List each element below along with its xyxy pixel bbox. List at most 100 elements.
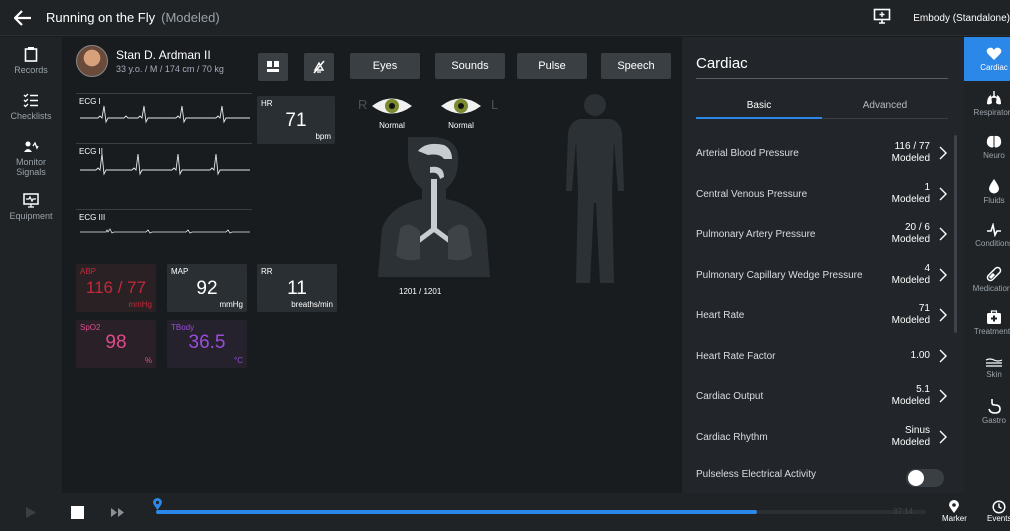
tab-pulse[interactable]: Pulse bbox=[517, 53, 587, 79]
heart-icon bbox=[986, 47, 1002, 60]
chevron-right-icon bbox=[939, 187, 947, 201]
ecg-lead-3[interactable]: ECG III bbox=[76, 209, 252, 249]
nav-skin[interactable]: Skin bbox=[964, 345, 1010, 389]
nav-checklists[interactable]: Checklists bbox=[0, 83, 62, 129]
title-bar: Running on the Fly (Modeled) Embody (Sta… bbox=[0, 0, 1010, 36]
app-window: Running on the Fly (Modeled) Embody (Sta… bbox=[0, 0, 1010, 531]
main-area: Stan D. Ardman II 33 y.o. / M / 174 cm /… bbox=[62, 37, 682, 493]
patient-header[interactable]: Stan D. Ardman II 33 y.o. / M / 174 cm /… bbox=[76, 45, 224, 77]
nav-respiratory[interactable]: Respiratory bbox=[964, 81, 1010, 125]
scenario-mode: (Modeled) bbox=[161, 10, 220, 25]
back-arrow-icon[interactable] bbox=[0, 0, 46, 36]
stomach-icon bbox=[988, 398, 1001, 414]
lungs-icon bbox=[987, 90, 1001, 104]
nav-neuro[interactable]: Neuro bbox=[964, 125, 1010, 169]
pill-icon bbox=[986, 266, 1002, 281]
nav-conditions[interactable]: Conditions bbox=[964, 213, 1010, 257]
timeline-progress bbox=[156, 510, 757, 514]
panel-scrollbar[interactable] bbox=[954, 135, 957, 333]
ecg-lead-2[interactable]: ECG II bbox=[76, 143, 252, 183]
first-aid-icon bbox=[987, 310, 1001, 324]
toggle-knob bbox=[908, 470, 924, 486]
play-icon[interactable] bbox=[25, 506, 37, 519]
chevron-right-icon bbox=[939, 146, 947, 160]
timeline-marker-icon[interactable] bbox=[153, 498, 162, 511]
clock-icon bbox=[992, 500, 1006, 514]
layout-icon bbox=[267, 61, 279, 72]
cardiac-panel: Cardiac Basic Advanced Arterial Blood Pr… bbox=[682, 37, 964, 493]
nav-records[interactable]: Records bbox=[0, 37, 62, 83]
param-row-pcwp[interactable]: Pulmonary Capillary Wedge Pressure 4 Mode… bbox=[696, 255, 948, 295]
panel-title: Cardiac bbox=[696, 55, 748, 72]
pulse-line-icon bbox=[987, 222, 1001, 237]
chevron-right-icon bbox=[939, 308, 947, 322]
marker-button[interactable]: Marker bbox=[942, 500, 967, 523]
device-label[interactable]: Embody (Standalone) bbox=[913, 13, 1010, 24]
spo2-tile[interactable]: SpO2 98 % bbox=[76, 320, 156, 368]
tab-eyes[interactable]: Eyes bbox=[350, 53, 420, 79]
skin-icon bbox=[985, 357, 1003, 367]
ecg-lead-1[interactable]: ECG I bbox=[76, 93, 252, 133]
left-eye[interactable]: Normal bbox=[439, 95, 483, 130]
monitor-signals-icon bbox=[24, 141, 39, 152]
left-nav: Records Checklists Monitor Signals Equip… bbox=[0, 37, 62, 493]
left-eye-letter: L bbox=[491, 97, 499, 112]
right-eye[interactable]: Normal bbox=[370, 95, 414, 130]
tab-basic[interactable]: Basic bbox=[696, 93, 822, 119]
title-divider bbox=[696, 78, 948, 79]
clipboard-icon bbox=[24, 46, 38, 62]
stop-icon[interactable] bbox=[71, 506, 84, 519]
hr-tile[interactable]: HR 71 bpm bbox=[257, 96, 335, 144]
chevron-right-icon bbox=[939, 430, 947, 444]
eye-icon bbox=[441, 98, 481, 114]
playback-bar: 37:14 Marker Events bbox=[0, 493, 1010, 531]
body-diagram[interactable] bbox=[560, 93, 630, 289]
rr-tile[interactable]: RR 11 breaths/min bbox=[257, 264, 337, 312]
param-row-heart-rate[interactable]: Heart Rate 71 Modeled bbox=[696, 295, 948, 335]
abp-tile[interactable]: ABP 116 / 77 mmHg bbox=[76, 264, 156, 312]
timeline-track[interactable] bbox=[156, 510, 926, 514]
nav-cardiac[interactable]: Cardiac bbox=[964, 37, 1010, 81]
eye-icon bbox=[372, 98, 412, 114]
param-row-cardiac-rhythm[interactable]: Cardiac Rhythm Sinus Modeled bbox=[696, 417, 948, 457]
tbody-tile[interactable]: TBody 36.5 °C bbox=[167, 320, 247, 368]
param-row-arterial-bp[interactable]: Arterial Blood Pressure 116 / 77 Modeled bbox=[696, 133, 948, 173]
equipment-icon bbox=[23, 193, 39, 208]
chevron-right-icon bbox=[939, 389, 947, 403]
param-row-heart-rate-factor[interactable]: Heart Rate Factor 1.00 bbox=[696, 336, 948, 376]
chevron-right-icon bbox=[939, 268, 947, 282]
param-row-cvp[interactable]: Central Venous Pressure 1 Modeled bbox=[696, 174, 948, 214]
fast-forward-icon[interactable] bbox=[110, 507, 126, 518]
patient-details: 33 y.o. / M / 174 cm / 70 kg bbox=[116, 64, 224, 74]
scenario-title: Running on the Fly bbox=[46, 10, 156, 25]
nav-equipment[interactable]: Equipment bbox=[0, 187, 62, 227]
nav-fluids[interactable]: Fluids bbox=[964, 169, 1010, 213]
nav-monitor-signals[interactable]: Monitor Signals bbox=[0, 129, 62, 187]
nav-treatments[interactable]: Treatments bbox=[964, 301, 1010, 345]
pea-toggle[interactable] bbox=[906, 469, 944, 487]
map-tile[interactable]: MAP 92 mmHg bbox=[167, 264, 247, 312]
tab-speech[interactable]: Speech bbox=[601, 53, 671, 79]
layout-button[interactable] bbox=[258, 53, 288, 81]
location-pin-icon bbox=[949, 500, 960, 513]
checklist-icon bbox=[23, 93, 38, 107]
chevron-right-icon bbox=[939, 349, 947, 363]
chevron-right-icon bbox=[939, 227, 947, 241]
nav-medications[interactable]: Medications bbox=[964, 257, 1010, 301]
param-row-cardiac-output[interactable]: Cardiac Output 5.1 Modeled bbox=[696, 376, 948, 416]
param-row-pea[interactable]: Pulseless Electrical Activity bbox=[696, 457, 948, 493]
events-button[interactable]: Events bbox=[987, 500, 1010, 523]
mute-alarms-button[interactable] bbox=[304, 53, 334, 81]
brain-icon bbox=[986, 135, 1002, 147]
right-nav: Cardiac Respiratory Neuro Fluids Conditi… bbox=[964, 37, 1010, 493]
right-eye-letter: R bbox=[358, 97, 368, 112]
nav-gastro[interactable]: Gastro bbox=[964, 389, 1010, 433]
elapsed-time: 37:14 bbox=[893, 507, 914, 516]
screen-share-icon[interactable] bbox=[873, 8, 893, 28]
tab-advanced[interactable]: Advanced bbox=[822, 93, 948, 119]
drop-icon bbox=[989, 178, 999, 193]
param-row-pap[interactable]: Pulmonary Artery Pressure 20 / 6 Modeled bbox=[696, 214, 948, 254]
airway-counter: 1201 / 1201 bbox=[399, 287, 442, 296]
tab-sounds[interactable]: Sounds bbox=[435, 53, 505, 79]
airway-diagram[interactable] bbox=[374, 137, 494, 279]
